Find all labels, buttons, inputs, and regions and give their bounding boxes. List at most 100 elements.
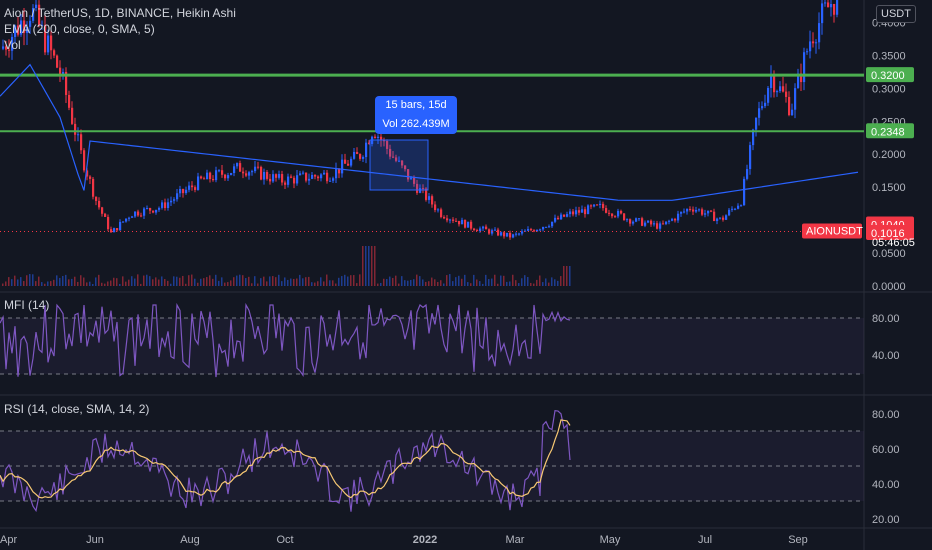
volume-bar (29, 274, 31, 286)
volume-bar (548, 282, 550, 286)
volume-bar (476, 279, 478, 286)
mfi-legend[interactable]: MFI (14) (4, 298, 49, 313)
candle-body (200, 176, 203, 179)
candle-body (287, 176, 290, 185)
candle-body (467, 221, 470, 228)
measure-tooltip: 15 bars, 15d Vol 262.439M (375, 96, 457, 134)
volume-bar (110, 280, 112, 286)
candle-body (593, 204, 596, 207)
trading-chart[interactable]: 0.40000.35000.30000.25000.20000.15000.05… (0, 0, 932, 550)
candle-body (227, 175, 230, 179)
volume-bar (305, 277, 307, 286)
candle-body (512, 234, 515, 238)
candle-body (518, 233, 521, 235)
candle-body (278, 174, 281, 178)
currency-button[interactable]: USDT (876, 5, 916, 23)
candle-body (569, 211, 572, 215)
volume-bar (527, 277, 529, 286)
volume-bar (185, 283, 187, 286)
candle-body (647, 220, 650, 223)
volume-bar (308, 276, 310, 286)
volume-bar (182, 275, 184, 286)
measure-volume: Vol 262.439M (382, 118, 450, 130)
candle-body (437, 209, 440, 211)
volume-bar (449, 274, 451, 286)
candle-body (620, 210, 623, 214)
candle-body (254, 166, 257, 172)
candle-body (698, 209, 701, 211)
rsi-legend[interactable]: RSI (14, close, SMA, 14, 2) (4, 402, 149, 417)
volume-legend[interactable]: Vol (4, 38, 21, 53)
candle-body (641, 218, 644, 226)
candle-body (710, 210, 713, 212)
candle-body (347, 163, 350, 166)
volume-bar (569, 266, 571, 286)
candle-body (485, 226, 488, 230)
volume-bar (227, 282, 229, 286)
volume-bar (365, 246, 367, 286)
measure-range: 15 bars, 15d (385, 99, 447, 111)
volume-bar (92, 283, 94, 286)
volume-bar (320, 277, 322, 286)
candle-body (209, 172, 212, 180)
volume-bar (116, 278, 118, 286)
candle-body (191, 185, 194, 188)
volume-bar (56, 275, 58, 286)
volume-bar (17, 279, 19, 286)
candle-body (98, 200, 101, 208)
volume-bar (389, 276, 391, 286)
candle-body (740, 205, 743, 207)
volume-bar (344, 274, 346, 286)
volume-bar (251, 283, 253, 286)
candle-body (68, 94, 71, 108)
volume-bar (443, 283, 445, 286)
candle-body (365, 142, 368, 158)
candle-body (113, 228, 116, 233)
candle-body (134, 211, 137, 217)
volume-bar (524, 275, 526, 286)
volume-bar (260, 278, 262, 286)
price-tick-label: 0.2000 (872, 149, 906, 161)
volume-bar (71, 278, 73, 286)
volume-bar (509, 281, 511, 286)
volume-bar (317, 281, 319, 286)
candle-body (194, 187, 197, 190)
candle-body (158, 207, 161, 210)
candle-body (443, 217, 446, 219)
candle-body (188, 185, 191, 190)
volume-bar (293, 278, 295, 286)
volume-bar (203, 278, 205, 286)
volume-bar (398, 283, 400, 286)
candle-body (734, 208, 737, 210)
volume-bar (470, 283, 472, 286)
candle-body (656, 223, 659, 229)
candle-body (482, 226, 485, 229)
candle-body (215, 170, 218, 181)
time-axis-label: 2022 (413, 534, 437, 546)
candle-body (377, 136, 380, 138)
volume-bar (272, 276, 274, 286)
candle-body (638, 218, 641, 220)
volume-bar (128, 279, 130, 286)
measure-box (369, 139, 429, 191)
candle-body (206, 172, 209, 180)
candle-body (563, 214, 566, 217)
volume-bar (98, 274, 100, 286)
volume-bar (218, 280, 220, 286)
volume-bar (338, 277, 340, 286)
candle-body (719, 217, 722, 219)
volume-bar (146, 274, 148, 286)
volume-bar (554, 279, 556, 286)
volume-bar (233, 277, 235, 286)
candle-body (686, 208, 689, 212)
candle-body (374, 136, 377, 138)
candle-body (500, 232, 503, 236)
volume-bar (491, 278, 493, 286)
symbol-title[interactable]: Aion / TetherUS, 1D, BINANCE, Heikin Ash… (4, 6, 236, 21)
candle-body (449, 219, 452, 221)
volume-bar (332, 280, 334, 286)
ema-legend[interactable]: EMA (200, close, 0, SMA, 5) (4, 22, 155, 37)
candle-body (242, 171, 245, 174)
volume-bar (23, 281, 25, 286)
volume-bar (68, 279, 70, 286)
